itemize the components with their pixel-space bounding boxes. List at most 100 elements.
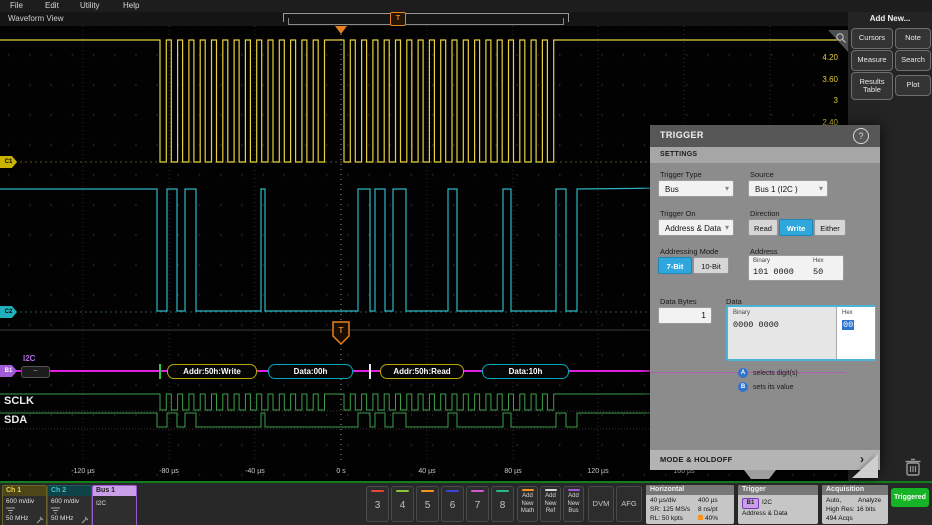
sda-label[interactable]: SDA bbox=[4, 414, 27, 426]
time-axis-label: 120 µs bbox=[573, 468, 623, 475]
panel-page-curl[interactable] bbox=[852, 454, 878, 478]
trigger-panel-title: TRIGGER bbox=[660, 130, 704, 140]
address-field[interactable]: Binary 101 0000 Hex 50 bbox=[748, 255, 844, 281]
ground-coupling-icon bbox=[6, 507, 15, 514]
knob-b-icon: B bbox=[738, 382, 748, 392]
ch2-scale: 600 m/div bbox=[51, 498, 79, 505]
decode-box-data-10: Data:10h bbox=[482, 364, 569, 379]
trigger-settings-panel: TRIGGER ? SETTINGS Trigger Type Bus Sour… bbox=[650, 125, 880, 470]
overview-zoom-bracket-inner[interactable] bbox=[288, 18, 564, 25]
knob-a-icon: A bbox=[738, 368, 748, 378]
afg-button[interactable]: AFG bbox=[616, 486, 642, 522]
horizontal-readout[interactable]: Horizontal 40 µs/div 400 µs SR: 125 MS/s… bbox=[646, 485, 734, 524]
note-button[interactable]: Note bbox=[895, 28, 931, 49]
direction-write-button[interactable]: Write bbox=[779, 219, 813, 236]
decode-box-addr-write: Addr:50h:Write bbox=[167, 364, 257, 379]
bus1-type: I2C bbox=[96, 500, 106, 507]
time-axis-label: -40 µs bbox=[230, 468, 280, 475]
trigger-panel-header[interactable]: TRIGGER ? bbox=[650, 125, 880, 147]
dvm-button[interactable]: DVM bbox=[588, 486, 614, 522]
sclk-label[interactable]: SCLK bbox=[4, 395, 34, 407]
data-bytes-field[interactable]: 1 bbox=[658, 307, 712, 324]
data-field[interactable]: Binary 0000 0000 Hex 00 bbox=[726, 305, 876, 361]
ground-coupling-icon bbox=[51, 507, 60, 514]
channel-5-button[interactable]: 5 bbox=[416, 486, 439, 522]
direction-read-button[interactable]: Read bbox=[748, 219, 778, 236]
ch2-bandwidth: 50 MHz bbox=[51, 515, 73, 522]
probe-icon bbox=[36, 516, 44, 524]
ch1-bandwidth: 50 MHz bbox=[6, 515, 28, 522]
menu-item-help[interactable]: Help bbox=[123, 1, 139, 10]
trigger-t-label: T bbox=[339, 326, 344, 335]
oscilloscope-app: File Edit Utility Help Waveform View T A… bbox=[0, 0, 932, 525]
scale-label: 3.60 bbox=[786, 75, 838, 84]
ch2-badge[interactable]: Ch 2 600 m/div 50 MHz bbox=[47, 485, 92, 525]
compress-percent: 40% bbox=[698, 515, 718, 522]
trigger-top-arrow-icon[interactable] bbox=[335, 26, 347, 34]
knob-a-hint: selects digit(s) bbox=[753, 370, 798, 377]
address-binary-label: Binary bbox=[753, 258, 770, 264]
channel-6-button[interactable]: 6 bbox=[441, 486, 464, 522]
measure-button[interactable]: Measure bbox=[851, 50, 893, 71]
search-button[interactable]: Search bbox=[895, 50, 931, 71]
time-axis-label: 80 µs bbox=[488, 468, 538, 475]
time-axis-label: 0 s bbox=[316, 468, 366, 475]
data-hex-label: Hex bbox=[842, 310, 853, 316]
channel-7-button[interactable]: 7 bbox=[466, 486, 489, 522]
channel-3-button[interactable]: 3 bbox=[366, 486, 389, 522]
source-label: Source bbox=[750, 170, 774, 179]
ch1-badge-title: Ch 1 bbox=[3, 486, 46, 496]
bus1-badge[interactable]: Bus 1 I2C bbox=[92, 485, 137, 525]
tab-settings[interactable]: SETTINGS bbox=[650, 147, 880, 163]
cursors-button[interactable]: Cursors bbox=[851, 28, 893, 49]
add-new-math-button[interactable]: Add New Math bbox=[517, 486, 538, 522]
scale-label: 3 bbox=[786, 96, 838, 105]
ch1-scale: 600 m/div bbox=[6, 498, 34, 505]
add-new-bus-button[interactable]: Add New Bus bbox=[563, 486, 584, 522]
address-hex-label: Hex bbox=[813, 258, 824, 264]
zoom-corner-fold[interactable] bbox=[828, 30, 848, 52]
address-hex-value[interactable]: 50 bbox=[813, 267, 823, 277]
trigger-type-dropdown[interactable]: Bus bbox=[658, 180, 734, 197]
menu-bar: File Edit Utility Help bbox=[0, 0, 932, 12]
data-hex-value-selected[interactable]: 00 bbox=[842, 320, 854, 330]
channel-8-button[interactable]: 8 bbox=[491, 486, 514, 522]
tab-bar: Waveform View T bbox=[0, 12, 848, 27]
plot-button[interactable]: Plot bbox=[895, 75, 931, 96]
knob-b-hint: sets its value bbox=[753, 384, 793, 391]
trigger-readout[interactable]: Trigger B1 I2C Address & Data bbox=[738, 485, 818, 524]
direction-either-button[interactable]: Either bbox=[814, 219, 846, 236]
mode-holdoff-label: MODE & HOLDOFF bbox=[660, 455, 733, 464]
channel-4-button[interactable]: 4 bbox=[391, 486, 414, 522]
ch2-badge-title: Ch 2 bbox=[48, 486, 91, 496]
source-dropdown[interactable]: Bus 1 (I2C ) bbox=[748, 180, 828, 197]
help-icon[interactable]: ? bbox=[853, 128, 869, 144]
ch1-badge[interactable]: Ch 1 600 m/div 50 MHz bbox=[2, 485, 47, 525]
mode-holdoff-bar[interactable]: MODE & HOLDOFF › bbox=[650, 450, 880, 470]
bus1-badge-title: Bus 1 bbox=[93, 486, 136, 496]
add-new-title: Add New... bbox=[848, 14, 932, 23]
data-binary-value[interactable]: 0000 0000 bbox=[733, 320, 779, 330]
menu-item-edit[interactable]: Edit bbox=[45, 1, 59, 10]
bus-collapsed-box[interactable]: ‒ bbox=[21, 366, 50, 378]
address-binary-value[interactable]: 101 0000 bbox=[753, 267, 794, 277]
menu-item-utility[interactable]: Utility bbox=[80, 1, 100, 10]
trigger-on-dropdown[interactable]: Address & Data bbox=[658, 219, 734, 236]
acquisition-title: Acquisition bbox=[822, 485, 888, 495]
addressing-7bit-button[interactable]: 7-Bit bbox=[658, 257, 692, 274]
probe-icon bbox=[81, 516, 89, 524]
results-table-button[interactable]: Results Table bbox=[851, 72, 893, 100]
bus-i2c-label[interactable]: I2C bbox=[23, 354, 35, 363]
trash-icon[interactable] bbox=[902, 456, 924, 478]
trigger-on-label: Trigger On bbox=[660, 209, 696, 218]
decode-box-addr-read: Addr:50h:Read bbox=[380, 364, 464, 379]
addressing-10bit-button[interactable]: 10-Bit bbox=[693, 257, 729, 274]
acquisition-readout[interactable]: Acquisition Auto, Analyze High Res: 16 b… bbox=[822, 485, 888, 524]
horizontal-title: Horizontal bbox=[646, 485, 734, 495]
menu-item-file[interactable]: File bbox=[10, 1, 23, 10]
time-axis-label: -120 µs bbox=[58, 468, 108, 475]
overview-trigger-handle[interactable]: T bbox=[390, 12, 406, 26]
tab-waveform-view[interactable]: Waveform View bbox=[8, 14, 64, 23]
add-new-ref-button[interactable]: Add New Ref bbox=[540, 486, 561, 522]
trigger-type-label: Trigger Type bbox=[660, 170, 702, 179]
